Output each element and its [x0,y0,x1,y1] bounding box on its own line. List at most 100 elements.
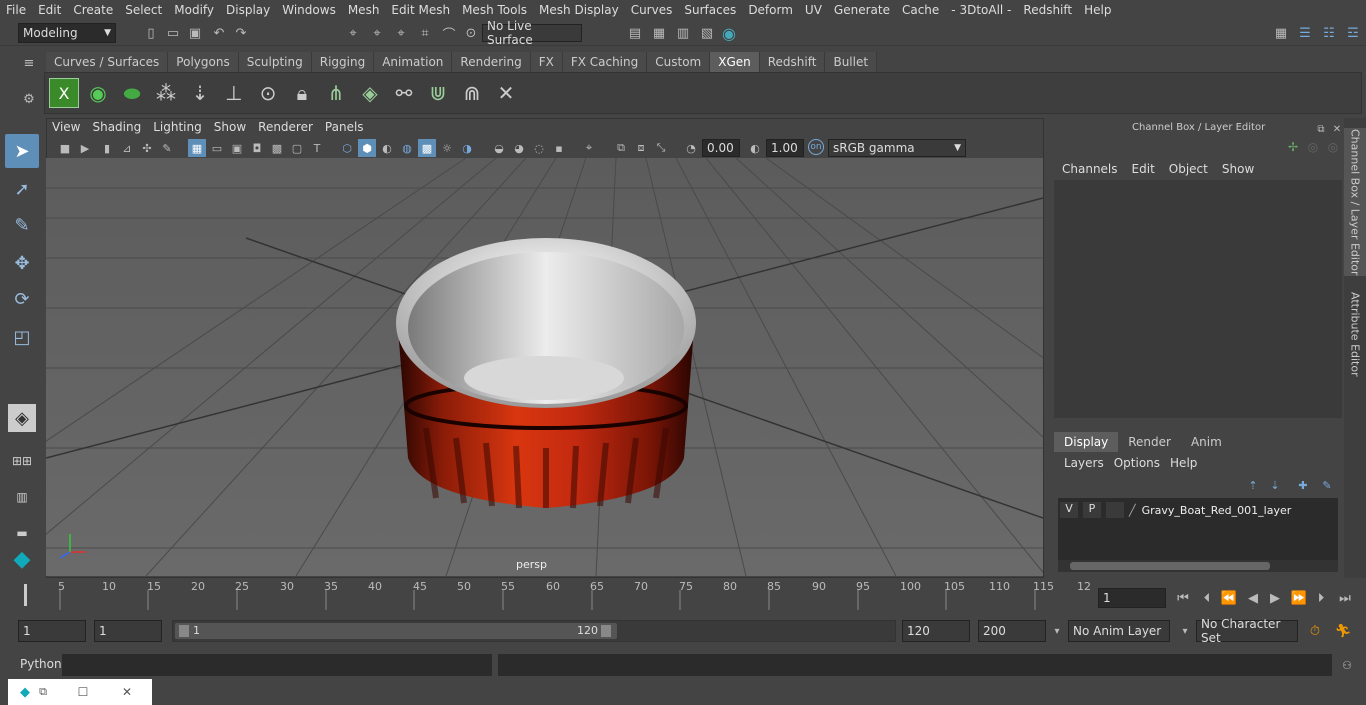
3d-viewport[interactable]: persp [46,158,1043,576]
shelf-tab-redshift[interactable]: Redshift [759,52,826,72]
field-chart-icon[interactable]: ▩ [268,139,286,157]
cb-menu-show[interactable]: Show [1220,162,1266,176]
range-slider[interactable]: 1 120 [172,620,896,642]
undo-icon[interactable]: ↶ [210,24,228,42]
lasso-icon[interactable]: ⌖ [368,24,386,42]
layout-four-icon[interactable]: ⊞⊞ [5,444,39,478]
speed-icon[interactable]: ◎ [1304,138,1322,156]
play-backward-icon[interactable]: ◀ [1244,589,1262,607]
shelf-tab-xgen[interactable]: XGen [710,52,760,72]
paint-select-tool-icon[interactable]: ✎ [5,208,39,242]
range-slider-handle[interactable]: 1 120 [175,623,617,639]
viewport-menu-renderer[interactable]: Renderer [252,120,319,138]
le-menu-help[interactable]: Help [1170,456,1207,470]
xgen-preview-eye-icon[interactable]: ◉ [83,78,113,108]
smooth-shade-icon[interactable]: ⬢ [358,139,376,157]
menu-curves[interactable]: Curves [625,3,679,17]
character-set-field[interactable]: No Character Set [1196,617,1298,645]
hyper-icon[interactable]: ◎ [1324,138,1342,156]
xgen-groom-icon[interactable]: ⋓ [423,78,453,108]
shelf-tab-fx-caching[interactable]: FX Caching [562,52,648,72]
shelf-tab-rigging[interactable]: Rigging [311,52,375,72]
hypershade-icon[interactable]: ◉ [720,24,738,43]
shelf-tab-custom[interactable]: Custom [647,52,711,72]
shelf-tab-bullet[interactable]: Bullet [825,52,878,72]
render-settings-icon[interactable]: ▧ [698,24,716,42]
2d-pan-icon[interactable]: ✣ [138,139,156,157]
gamma-field[interactable]: 1.00 [766,139,804,157]
exposure-icon[interactable]: ◔ [682,139,700,157]
save-scene-icon[interactable]: ▣ [186,24,204,42]
shelf-tab-sculpting[interactable]: Sculpting [238,52,312,72]
gate-mask-icon[interactable]: ◘ [248,139,266,157]
use-all-lights-icon[interactable]: ▩ [418,139,436,157]
side-tab-attribute-editor[interactable]: Attribute Editor [1344,284,1366,384]
end-frame-field[interactable]: 200 [978,620,1046,642]
viewport-menu-view[interactable]: View [46,120,86,138]
viewport-menu-panels[interactable]: Panels [319,120,370,138]
layer-name[interactable]: Gravy_Boat_Red_001_layer [1142,504,1292,517]
scale-tool-icon[interactable]: ◰ [5,320,39,354]
playback-start-field[interactable]: 1 [94,620,162,642]
move-layer-down-icon[interactable]: ⇣ [1266,476,1284,494]
menu-cache[interactable]: Cache [896,3,945,17]
viewport-menu-shading[interactable]: Shading [86,120,147,138]
auto-key-icon[interactable]: ⏱ [1306,622,1324,640]
xgen-sculpt-icon[interactable]: ⚯ [389,78,419,108]
new-layer-selected-icon[interactable]: ✎ [1318,476,1336,494]
range-slider-left-grip[interactable] [179,625,189,637]
xgen-comb-icon[interactable]: ⋒ [457,78,487,108]
film-gate-icon[interactable]: ▭ [208,139,226,157]
scrollbar-thumb[interactable] [1070,562,1270,570]
textured-icon[interactable]: ◍ [398,139,416,157]
color-space-dropdown[interactable]: sRGB gamma ▼ [828,139,966,157]
le-tab-render[interactable]: Render [1118,432,1181,452]
select-tool-icon[interactable]: ➤ [5,134,39,168]
playback-end-field[interactable]: 120 [902,620,970,642]
xgen-place-guides-icon[interactable]: ⇣ [185,78,215,108]
menu-windows[interactable]: Windows [276,3,342,17]
channel-box-area[interactable] [1054,180,1342,418]
menu-3dtoall[interactable]: - 3DtoAll - [945,3,1017,17]
shelf-tab-curves-surfaces[interactable]: Curves / Surfaces [46,52,169,72]
safe-action-icon[interactable]: ▢ [288,139,306,157]
command-language-label[interactable]: Python [20,657,62,671]
command-input[interactable] [62,654,492,676]
tool-settings-toggle-icon[interactable]: ☲ [1344,24,1362,42]
manipulator-icon[interactable]: ✢ [1284,138,1302,156]
restore-window-icon[interactable]: ⧉ [34,683,52,701]
grid-icon[interactable]: ▦ [188,139,206,157]
shelf-settings-gear-icon[interactable]: ⚙ [20,90,38,108]
depth-of-field-icon[interactable]: ▪ [550,139,568,157]
animation-preferences-icon[interactable]: 🏃︎ [1334,622,1352,640]
anti-alias-icon[interactable]: ◌ [530,139,548,157]
shadows-icon[interactable]: ☼ [438,139,456,157]
go-to-end-icon[interactable]: ⏭ [1336,589,1354,607]
grease-pencil-icon[interactable]: ✎ [158,139,176,157]
wireframe-icon[interactable]: ⬡ [338,139,356,157]
menu-mesh-display[interactable]: Mesh Display [533,3,625,17]
side-tab-channel-box[interactable]: Channel Box / Layer Editor [1344,128,1366,276]
safe-title-icon[interactable]: T [308,139,326,157]
lasso-tool-icon[interactable]: ➚ [5,172,39,206]
image-plane-icon[interactable]: ⊿ [118,139,136,157]
layout-two-icon[interactable]: ▥ [5,480,39,514]
snap-curve-icon[interactable]: ⌒ [440,24,458,43]
menu-edit-mesh[interactable]: Edit Mesh [385,3,456,17]
move-tool-icon[interactable]: ✥ [5,246,39,280]
gamma-icon[interactable]: ◐ [746,139,764,157]
step-back-icon[interactable]: ⏴ [1198,589,1216,607]
le-menu-layers[interactable]: Layers [1064,456,1114,470]
script-editor-icon[interactable]: ⚇ [1338,656,1356,674]
new-scene-icon[interactable]: ▯ [142,24,160,42]
shelf-tab-animation[interactable]: Animation [374,52,453,72]
minimized-window[interactable]: ◆ ⧉ ☐ ✕ [8,679,152,705]
xgen-remove-icon[interactable]: ✕ [491,78,521,108]
next-key-icon[interactable]: ⏩ [1290,589,1308,607]
menu-modify[interactable]: Modify [168,3,220,17]
open-scene-icon[interactable]: ▭ [164,24,182,42]
menu-mesh-tools[interactable]: Mesh Tools [456,3,533,17]
chevron-down-icon[interactable]: ▾ [1176,622,1194,640]
menu-file[interactable]: File [0,3,32,17]
frame-selection-icon[interactable]: ⤡ [652,139,670,157]
